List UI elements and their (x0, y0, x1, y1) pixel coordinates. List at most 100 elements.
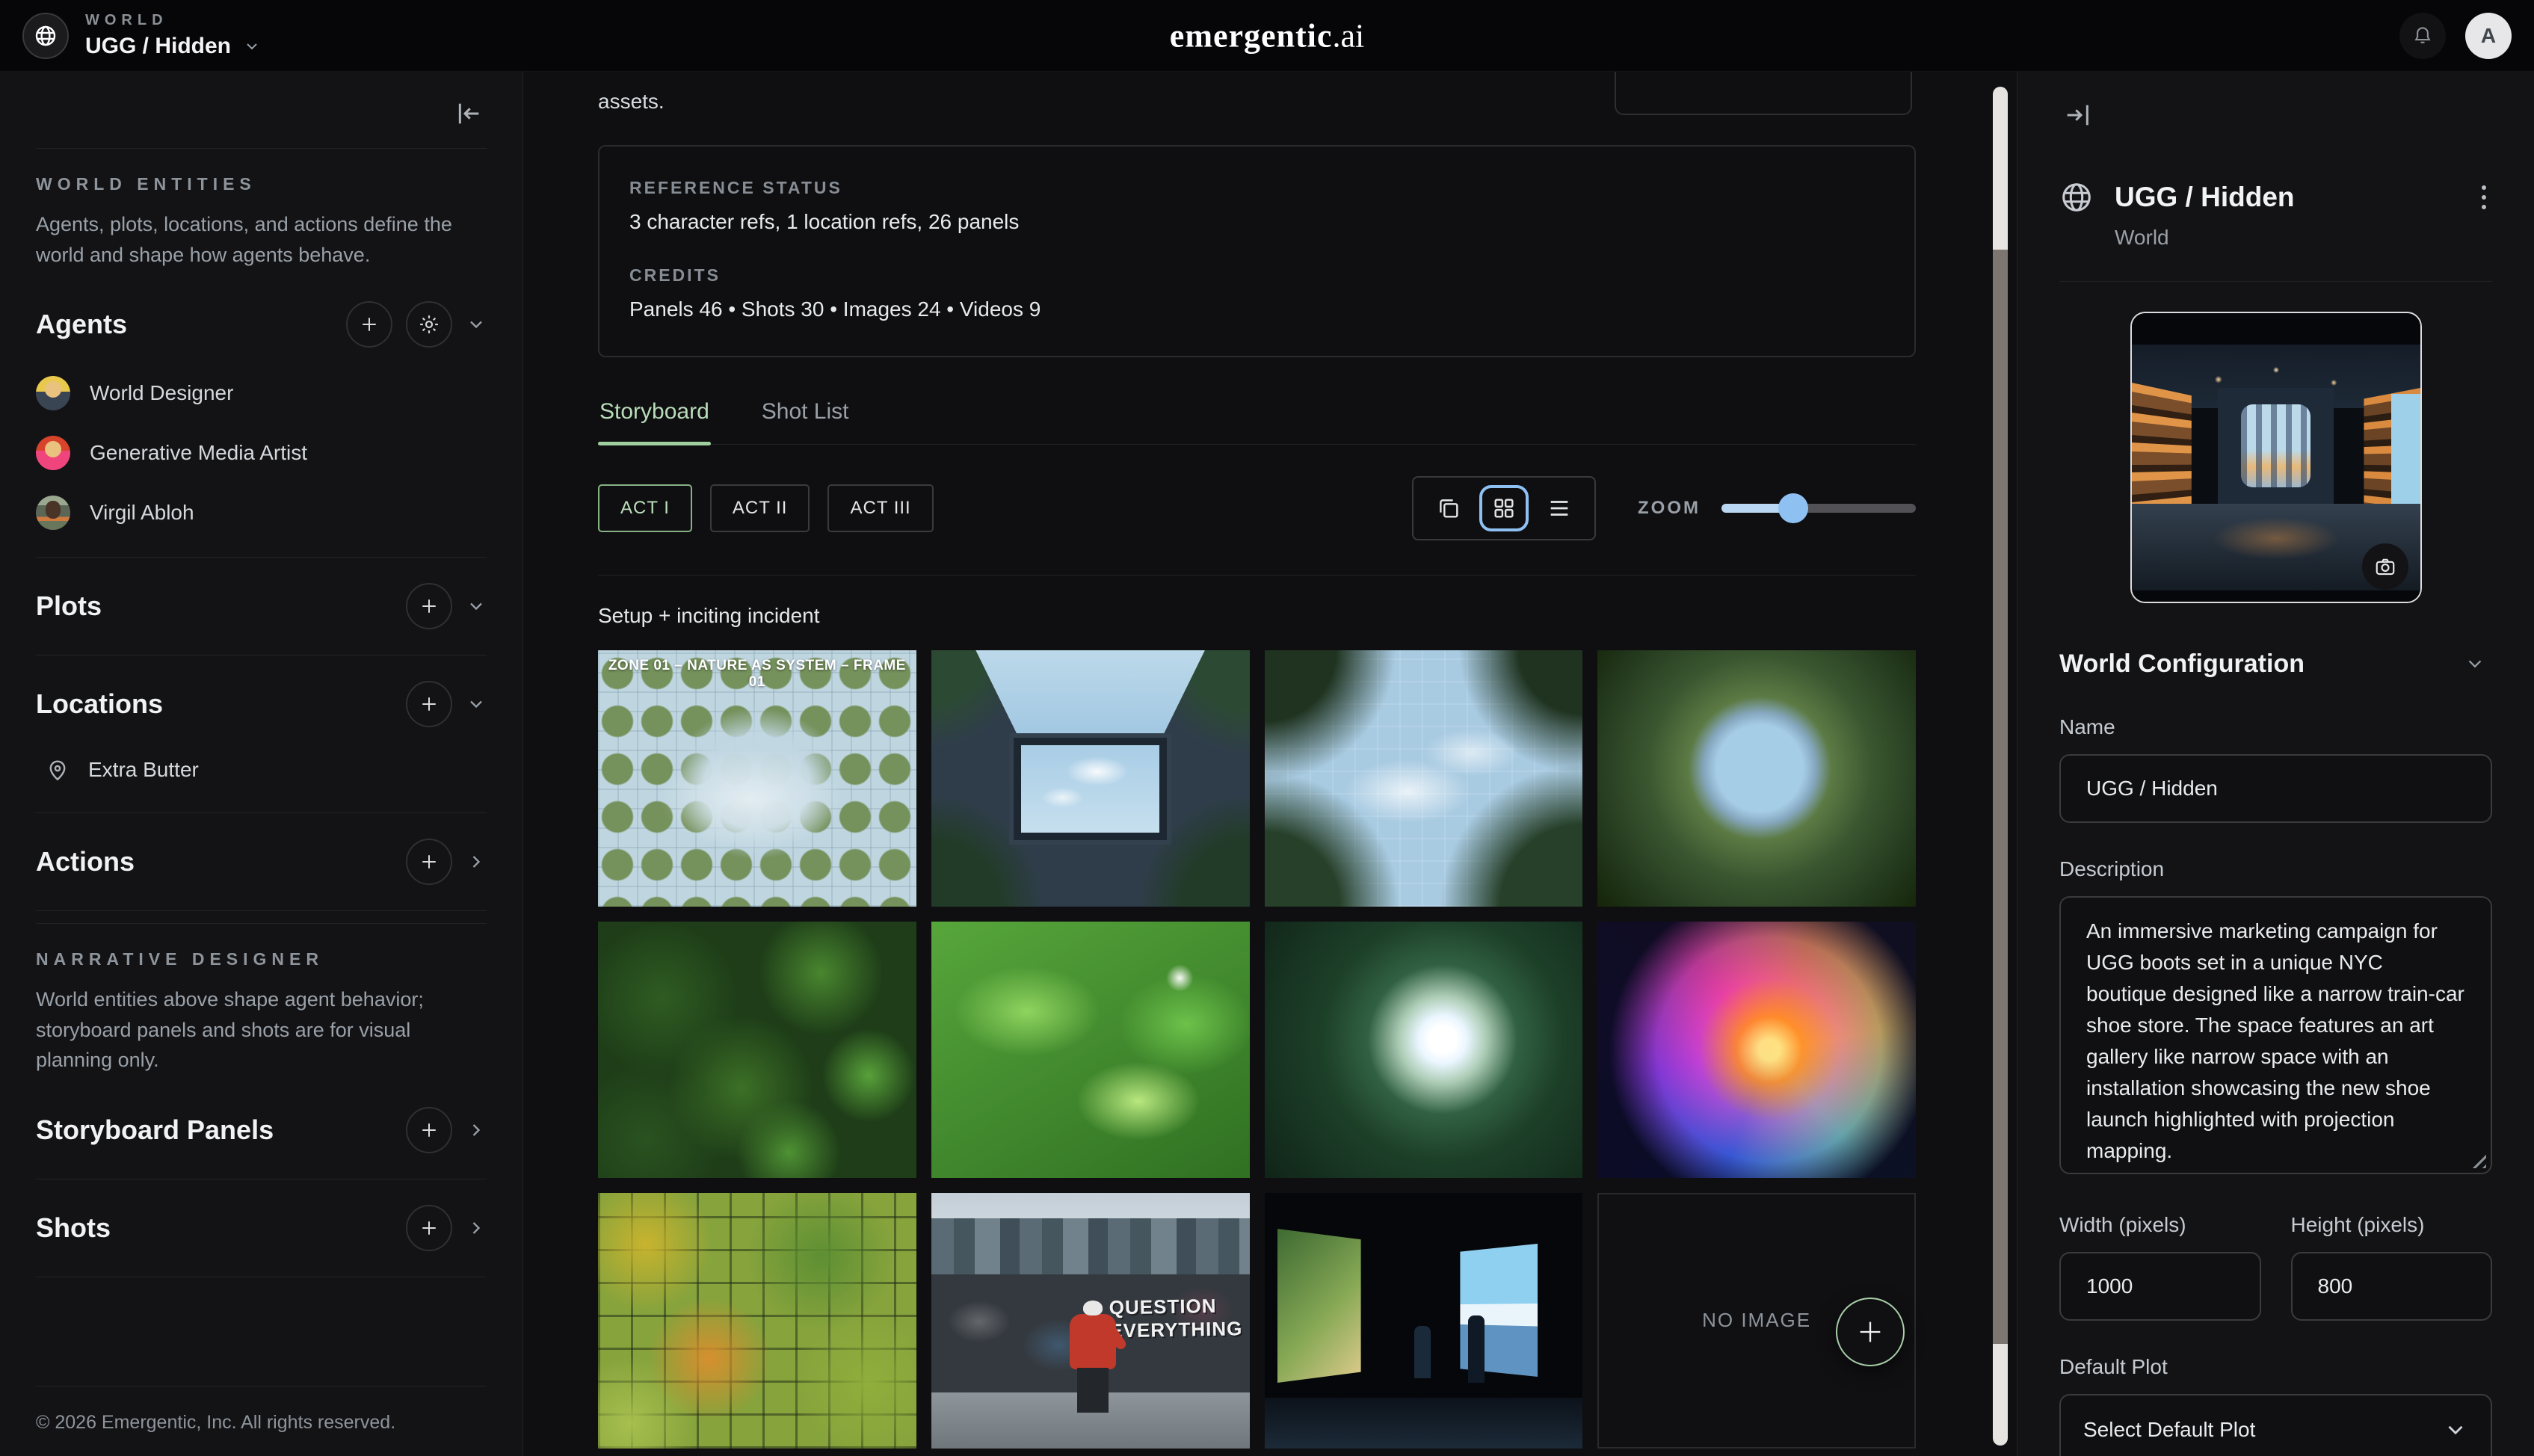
grid-icon (1491, 496, 1517, 521)
agents-section-header: Agents (36, 276, 487, 373)
more-options-button[interactable] (2476, 179, 2492, 215)
map-pin-icon (45, 757, 70, 783)
name-input[interactable] (2059, 754, 2492, 823)
storyboard-panels-title: Storyboard Panels (36, 1114, 274, 1146)
agent-item-world-designer[interactable]: World Designer (36, 376, 487, 410)
add-action-button[interactable] (406, 839, 452, 885)
section-collapse-chevron-icon[interactable] (2458, 647, 2492, 681)
zoom-slider[interactable] (1721, 504, 1916, 513)
status-card: REFERENCE STATUS 3 character refs, 1 loc… (598, 145, 1916, 357)
reference-status-label: REFERENCE STATUS (629, 178, 1884, 198)
storyboard-panel[interactable] (1597, 650, 1916, 907)
world-switcher[interactable]: WORLD UGG / Hidden (85, 12, 261, 59)
default-plot-select[interactable]: Select Default Plot (2059, 1394, 2492, 1456)
storyboard-panel[interactable] (1265, 650, 1583, 907)
plots-collapse-chevron-icon[interactable] (466, 596, 487, 617)
locations-collapse-chevron-icon[interactable] (466, 694, 487, 715)
camera-icon (2374, 555, 2396, 578)
shots-expand-chevron-icon[interactable] (466, 1218, 487, 1238)
list-view-button[interactable] (1536, 487, 1582, 530)
zoom-slider-thumb[interactable] (1778, 493, 1808, 523)
storyboard-panel[interactable]: ZONE 01 – NATURE AS SYSTEM – FRAME 01 (598, 650, 916, 907)
thumbnail-art (2132, 313, 2420, 345)
agent-name: Generative Media Artist (90, 441, 307, 465)
view-mode-group (1412, 476, 1596, 540)
bell-icon (2411, 25, 2434, 47)
act-section-label: Setup + inciting incident (598, 604, 1916, 628)
world-label: WORLD (85, 12, 261, 29)
notifications-button[interactable] (2399, 13, 2446, 59)
collapse-panel-icon[interactable] (2059, 94, 2094, 130)
storyboard-panels-expand-chevron-icon[interactable] (466, 1120, 487, 1141)
actions-section-header: Actions (36, 813, 487, 910)
main-scrollbar[interactable] (1993, 87, 2008, 1446)
panel-art (1414, 1326, 1431, 1378)
act-2-button[interactable]: ACT II (710, 484, 810, 532)
narrative-designer-title: NARRATIVE DESIGNER (36, 949, 487, 969)
add-shot-button[interactable] (406, 1205, 452, 1251)
actions-expand-chevron-icon[interactable] (466, 851, 487, 872)
panel-art (1014, 738, 1166, 840)
location-item-extra-butter[interactable]: Extra Butter (36, 753, 487, 812)
scrollbar-thumb[interactable] (1993, 250, 2008, 1344)
user-avatar[interactable]: A (2465, 13, 2512, 59)
agents-collapse-chevron-icon[interactable] (466, 314, 487, 335)
act-3-button[interactable]: ACT III (827, 484, 933, 532)
main-content: assets. REFERENCE STATUS 3 character ref… (523, 72, 2017, 1456)
agent-item-virgil-abloh[interactable]: Virgil Abloh (36, 496, 487, 530)
tab-shot-list[interactable]: Shot List (760, 395, 851, 444)
width-input[interactable] (2059, 1252, 2261, 1321)
app-logo[interactable]: emergentic.ai (1170, 16, 1364, 55)
world-thumbnail (2130, 312, 2422, 603)
world-name: UGG / Hidden (85, 34, 231, 59)
divider (2059, 281, 2492, 282)
storyboard-panels-section-header: Storyboard Panels (36, 1082, 487, 1179)
no-image-label: NO IMAGE (1702, 1309, 1811, 1332)
thumbnail-art (2391, 394, 2420, 515)
change-image-button[interactable] (2362, 543, 2408, 590)
agent-avatar (36, 496, 70, 530)
storyboard-panel[interactable] (1265, 1193, 1583, 1449)
single-panel-view-button[interactable] (1425, 487, 1472, 530)
world-globe-icon[interactable] (22, 13, 69, 59)
panel-title: UGG / Hidden (2115, 182, 2295, 213)
storyboard-panel[interactable] (1597, 922, 1916, 1178)
name-label: Name (2059, 715, 2492, 739)
clipped-scrolled-control (1615, 72, 1912, 115)
panel-subtitle: World (2115, 226, 2492, 250)
panel-art (931, 1218, 1250, 1274)
storyboard-panel[interactable] (598, 1193, 916, 1449)
tab-storyboard[interactable]: Storyboard (598, 395, 711, 444)
grid-view-button[interactable] (1479, 485, 1529, 531)
default-plot-label: Default Plot (2059, 1355, 2492, 1379)
actions-title: Actions (36, 846, 135, 877)
agents-settings-button[interactable] (406, 301, 452, 348)
storyboard-panel[interactable]: QUESTION EVERYTHING (931, 1193, 1250, 1449)
reference-status-value: 3 character refs, 1 location refs, 26 pa… (629, 210, 1884, 234)
credits-value: Panels 46 • Shots 30 • Images 24 • Video… (629, 297, 1884, 321)
storyboard-panel[interactable] (931, 922, 1250, 1178)
agent-name: Virgil Abloh (90, 501, 194, 525)
divider (598, 575, 1916, 576)
description-textarea[interactable]: An immersive marketing campaign for UGG … (2059, 896, 2492, 1174)
add-location-button[interactable] (406, 681, 452, 727)
add-plot-button[interactable] (406, 583, 452, 629)
agent-item-generative-media-artist[interactable]: Generative Media Artist (36, 436, 487, 470)
storyboard-panel[interactable] (598, 922, 916, 1178)
storyboard-controls: ACT I ACT II ACT III (598, 476, 1916, 540)
act-1-button[interactable]: ACT I (598, 484, 692, 532)
graffiti-text: QUESTION EVERYTHING (1109, 1294, 1231, 1342)
gear-icon (418, 313, 440, 336)
credits-label: CREDITS (629, 265, 1884, 286)
storyboard-panel[interactable] (931, 650, 1250, 907)
storyboard-panel[interactable] (1265, 922, 1583, 1178)
add-agent-button[interactable] (346, 301, 392, 348)
locations-title: Locations (36, 688, 163, 720)
plots-title: Plots (36, 590, 102, 622)
add-storyboard-panel-button[interactable] (406, 1107, 452, 1153)
world-entities-title: WORLD ENTITIES (36, 174, 487, 194)
stacked-cards-icon (1436, 496, 1461, 521)
collapse-sidebar-icon[interactable] (454, 99, 484, 129)
height-input[interactable] (2291, 1252, 2493, 1321)
add-panel-fab-button[interactable] (1836, 1298, 1905, 1366)
